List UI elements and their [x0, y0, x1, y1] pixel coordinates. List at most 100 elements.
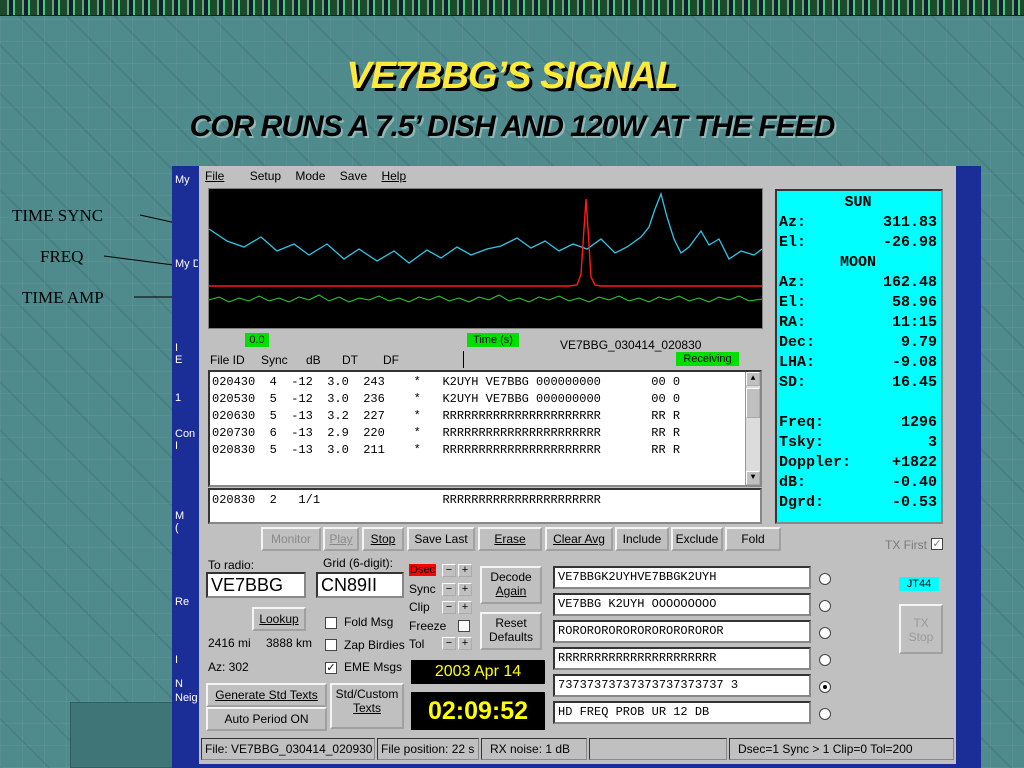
auto-period-button[interactable]: Auto Period ON [206, 707, 327, 731]
freeze-checkbox[interactable] [458, 620, 470, 632]
erase-button[interactable]: Erase [478, 527, 542, 551]
scroll-down-icon[interactable]: ▼ [746, 471, 760, 485]
list-scrollbar[interactable]: ▲ ▼ [745, 372, 760, 485]
col-file-id: File ID [210, 353, 245, 367]
sync-label: Sync [409, 582, 436, 596]
list-item[interactable]: 020430 4 -12 3.0 243 * K2UYH VE7BBG 0000… [212, 375, 680, 391]
clip-plus-button[interactable]: + [458, 601, 472, 614]
average-box[interactable]: 020830 2 1/1 RRRRRRRRRRRRRRRRRRRRRR [208, 488, 762, 524]
tx-select-radio[interactable] [819, 681, 831, 693]
moon-lha-row: LHA: -9.08 [779, 354, 937, 371]
date-display: 2003 Apr 14 [411, 660, 545, 684]
moon-az-row: Az: 162.48 [779, 274, 937, 291]
trace-time-sync [209, 191, 762, 264]
side-label: My [175, 174, 190, 186]
fold-msg-checkbox[interactable] [325, 617, 337, 629]
tx-message-field[interactable]: HD FREQ PROB UR 12 DB [553, 701, 811, 724]
tx-select-radio[interactable] [819, 573, 831, 585]
tx-message-field[interactable]: VE7BBGK2UYHVE7BBGK2UYH [553, 566, 811, 589]
menu-file[interactable]: File [205, 169, 235, 183]
tx-select-radio[interactable] [819, 600, 831, 612]
to-radio-field[interactable]: VE7BBG [206, 572, 306, 598]
time-display: 02:09:52 [411, 692, 545, 730]
grid-field[interactable]: CN89II [316, 572, 404, 598]
trace-freq [209, 198, 762, 287]
exclude-button[interactable]: Exclude [671, 527, 723, 551]
list-item[interactable]: 020830 5 -13 3.0 211 * RRRRRRRRRRRRRRRRR… [212, 443, 680, 459]
stop-button[interactable]: Stop [362, 527, 404, 551]
astro-data-panel: SUN Az: 311.83 El: -26.98 MOON Az: 162.48 E… [775, 189, 943, 524]
tol-label: Tol [409, 637, 425, 651]
tol-plus-button[interactable]: + [458, 637, 472, 650]
dsec-plus-button[interactable]: + [458, 564, 472, 577]
save-last-button[interactable]: Save Last [407, 527, 475, 551]
tx-select-radio[interactable] [819, 654, 831, 666]
current-file-label: VE7BBG_030414_020830 [560, 338, 702, 352]
col-db: dB [306, 353, 321, 367]
side-label: Con [175, 428, 196, 440]
list-item[interactable]: 020730 6 -13 2.9 220 * RRRRRRRRRRRRRRRRR… [212, 426, 680, 442]
tx-stop-button[interactable]: TX Stop [899, 604, 943, 654]
tx-message-field[interactable]: VE7BBG K2UYH OOOOOOOOO [553, 593, 811, 616]
menu-setup[interactable]: Setup [250, 169, 281, 183]
header-divider [463, 351, 464, 368]
sync-minus-button[interactable]: − [442, 583, 456, 596]
sun-header: SUN [844, 194, 872, 211]
menu-save[interactable]: Save [340, 169, 367, 183]
col-sync: Sync [261, 353, 288, 367]
freq-row: Freq: 1296 [779, 414, 937, 431]
include-button[interactable]: Include [615, 527, 669, 551]
decode-again-button[interactable]: Decode Again [480, 566, 542, 604]
lookup-button[interactable]: Lookup [252, 607, 306, 631]
play-button[interactable]: Play [323, 527, 359, 551]
sync-plus-button[interactable]: + [458, 583, 472, 596]
background-window: My My D I E 1 Con I M ( Re I N Neig [172, 166, 201, 768]
tx-message-field[interactable]: ROROROROROROROROROROROR [553, 620, 811, 643]
dsec-minus-button[interactable]: − [442, 564, 456, 577]
side-label: My D [175, 258, 201, 270]
fold-button[interactable]: Fold [725, 527, 781, 551]
status-file: File: VE7BBG_030414_020930 [201, 738, 375, 760]
eme-msgs-label: EME Msgs [344, 660, 403, 674]
monitor-button[interactable]: Monitor [261, 527, 321, 551]
side-label: M [175, 510, 185, 522]
tx-message-field[interactable]: 73737373737373737373737 3 [553, 674, 811, 697]
dgrd-row: Dgrd: -0.53 [779, 494, 937, 511]
tx-message-field[interactable]: RRRRRRRRRRRRRRRRRRRRRR [553, 647, 811, 670]
doppler-row: Doppler: +1822 [779, 454, 937, 471]
generate-std-texts-button[interactable]: Generate Std Texts [206, 683, 327, 707]
std-custom-texts-button[interactable]: Std/Custom Texts [330, 683, 404, 729]
tx-first-checkbox[interactable]: ✓ [931, 538, 943, 550]
menu-mode[interactable]: Mode [295, 169, 325, 183]
sun-el-row: El: -26.98 [779, 234, 937, 251]
decode-list[interactable]: 020430 4 -12 3.0 243 * K2UYH VE7BBG 0000… [208, 370, 762, 487]
side-label: I [175, 654, 179, 666]
distance-km: 3888 km [266, 636, 313, 650]
azimuth: Az: 302 [208, 660, 249, 674]
tx-select-radio[interactable] [819, 708, 831, 720]
reset-defaults-button[interactable]: Reset Defaults [480, 612, 542, 650]
clip-minus-button[interactable]: − [442, 601, 456, 614]
menu-bar: File Setup Mode Save Help [205, 169, 428, 185]
zap-birdies-checkbox[interactable] [325, 639, 337, 651]
scroll-up-icon[interactable]: ▲ [746, 372, 760, 386]
list-item[interactable]: 020530 5 -12 3.0 236 * K2UYH VE7BBG 0000… [212, 392, 680, 408]
tx-select-radio[interactable] [819, 627, 831, 639]
trace-time-amp [209, 294, 762, 303]
side-label: ( [175, 522, 179, 534]
side-label: N [175, 678, 183, 690]
list-item[interactable]: 020630 5 -13 3.2 227 * RRRRRRRRRRRRRRRRR… [212, 409, 680, 425]
side-label: I [175, 440, 179, 452]
status-bar: File: VE7BBG_030414_020930 File position… [199, 738, 956, 762]
grid-label: Grid (6-digit): [323, 556, 394, 570]
tsky-row: Tsky: 3 [779, 434, 937, 451]
clear-avg-button[interactable]: Clear Avg [545, 527, 613, 551]
eme-msgs-checkbox[interactable]: ✓ [325, 662, 337, 674]
side-label: Re [175, 596, 190, 608]
menu-help[interactable]: Help [381, 169, 417, 183]
moon-el-row: El: 58.96 [779, 294, 937, 311]
freeze-label: Freeze [409, 619, 447, 633]
moon-ra-row: RA: 11:15 [779, 314, 937, 331]
tol-minus-button[interactable]: − [442, 637, 456, 650]
scroll-thumb[interactable] [746, 388, 760, 418]
